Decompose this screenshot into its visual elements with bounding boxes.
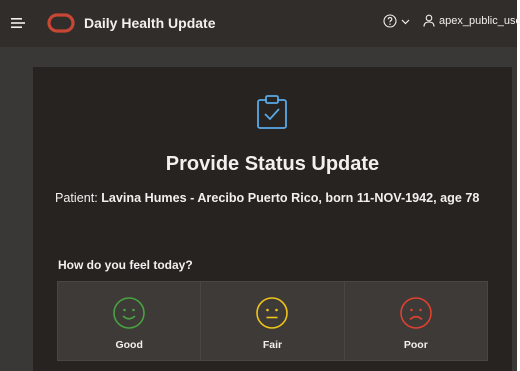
- menu-icon[interactable]: [10, 15, 26, 31]
- app-title[interactable]: Daily Health Update: [84, 15, 215, 31]
- feeling-options: Good Fair Poor: [57, 281, 488, 361]
- patient-details: Lavina Humes - Arecibo Puerto Rico, born…: [101, 191, 480, 205]
- patient-label: Patient:: [55, 191, 98, 205]
- user-menu-button[interactable]: apex_public_user: [423, 14, 520, 27]
- status-update-card: Provide Status Update Patient: Lavina Hu…: [33, 67, 512, 371]
- page-title: Provide Status Update: [165, 153, 380, 175]
- clipboard-check-icon: [257, 95, 287, 129]
- page-header-region: [0, 47, 517, 67]
- option-fair-label: Fair: [262, 339, 283, 351]
- smile-icon: [113, 297, 145, 329]
- option-good-label: Good: [115, 339, 143, 351]
- user-icon: [423, 14, 435, 27]
- option-fair-button[interactable]: Fair: [201, 282, 345, 360]
- help-icon: [383, 14, 397, 28]
- patient-info: Patient: Lavina Humes - Arecibo Puerto R…: [55, 191, 479, 205]
- help-menu-button[interactable]: [383, 14, 410, 28]
- user-name: apex_public_user: [439, 14, 520, 27]
- option-poor-label: Poor: [403, 339, 428, 351]
- top-navigation-bar: Daily Health Update apex_public_user: [0, 0, 520, 47]
- neutral-face-icon: [256, 297, 289, 329]
- chevron-down-icon: [401, 19, 410, 24]
- feeling-question-label: How do you feel today?: [58, 258, 193, 272]
- frown-icon: [400, 297, 432, 329]
- oracle-logo[interactable]: [47, 13, 75, 33]
- option-poor-button[interactable]: Poor: [345, 282, 487, 360]
- option-good-button[interactable]: Good: [58, 282, 202, 360]
